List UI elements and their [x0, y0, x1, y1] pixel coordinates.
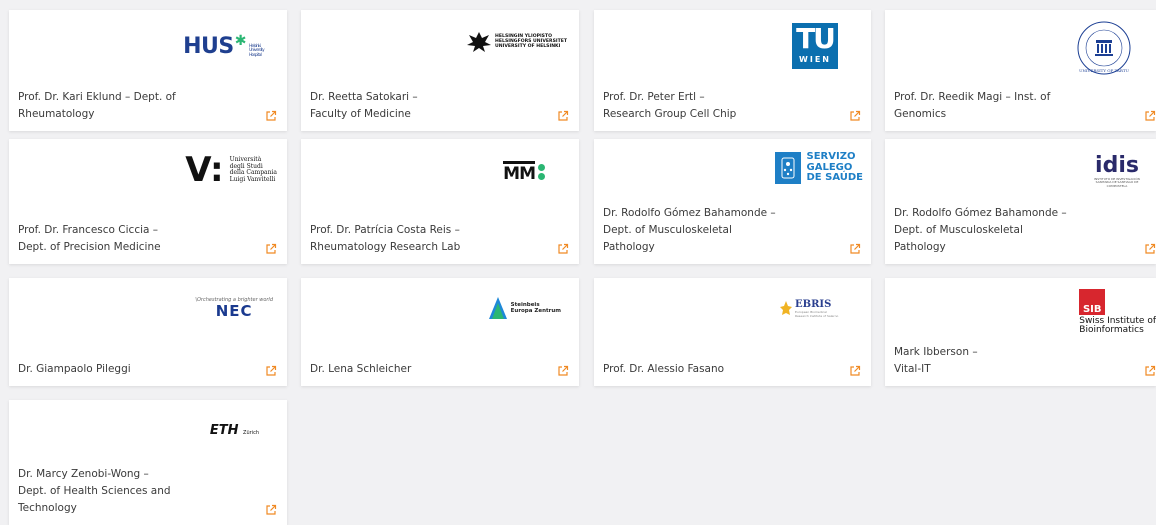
svg-text:UNIVERSITY OF TARTU: UNIVERSITY OF TARTU — [1079, 68, 1129, 73]
partner-card[interactable]: Steinbeis Europa Zentrum Dr. Lena Schlei… — [301, 278, 579, 386]
partner-name: Prof. Dr. Peter Ertl – Research Group Ce… — [603, 91, 737, 120]
partner-name: Dr. Giampaolo Pileggi — [18, 363, 131, 375]
partner-card[interactable]: idis INSTITUTO DE INVESTIGACIÓN SANITARIA… — [885, 139, 1156, 264]
hus-logo: HUS ✱ Helsinki University Hospital — [183, 33, 265, 59]
external-link-icon[interactable] — [849, 110, 861, 122]
external-link-icon[interactable] — [265, 365, 277, 377]
partner-card[interactable]: ETH Zürich Dr. Marcy Zenobi-Wong – Dept.… — [9, 400, 287, 525]
eth-zurich-logo: ETH Zürich — [209, 422, 259, 438]
partner-name: Prof. Dr. Reedik Magi – Inst. of Genomic… — [894, 91, 1051, 120]
imm-logo: MM — [503, 149, 545, 195]
external-link-icon[interactable] — [1144, 110, 1156, 122]
tu-wien-logo: TU WIEN — [792, 16, 838, 76]
galicia-emblem-icon — [774, 152, 801, 184]
steinbeis-logo: Steinbeis Europa Zentrum — [488, 292, 561, 324]
external-link-icon[interactable] — [557, 110, 569, 122]
partner-name: Dr. Lena Schleicher — [310, 363, 412, 375]
partner-card[interactable]: V: Università degli Studi della Campania … — [9, 139, 287, 264]
partner-name: Dr. Reetta Satokari – Faculty of Medicin… — [310, 91, 418, 120]
partner-card[interactable]: SERVIZO GALEGO DE SAÚDE Dr. Rodolfo Góme… — [594, 139, 871, 264]
university-of-helsinki-logo: HELSINGIN YLIOPISTO HELSINGFORS UNIVERSI… — [467, 16, 567, 66]
partner-name: Dr. Marcy Zenobi-Wong – Dept. of Health … — [18, 468, 171, 514]
external-link-icon[interactable] — [557, 243, 569, 255]
partner-name: Dr. Rodolfo Gómez Bahamonde – Dept. of M… — [603, 207, 776, 253]
sib-logo: SIB Swiss Institute of Bioinformatics — [1079, 284, 1156, 340]
partner-card[interactable]: \Orchestrating a brighter world NEC Dr. G… — [9, 278, 287, 386]
partner-name: Prof. Dr. Kari Eklund – Dept. of Rheumat… — [18, 91, 176, 120]
partner-card[interactable]: TU WIEN Prof. Dr. Peter Ertl – Research G… — [594, 10, 871, 131]
external-link-icon[interactable] — [849, 243, 861, 255]
external-link-icon[interactable] — [265, 504, 277, 516]
servizo-galego-de-saude-logo: SERVIZO GALEGO DE SAÚDE — [774, 145, 863, 191]
partner-card[interactable]: SIB Swiss Institute of Bioinformatics Mar… — [885, 278, 1156, 386]
external-link-icon[interactable] — [265, 110, 277, 122]
external-link-icon[interactable] — [557, 365, 569, 377]
external-link-icon[interactable] — [849, 365, 861, 377]
external-link-icon[interactable] — [1144, 243, 1156, 255]
partner-name: Dr. Rodolfo Gómez Bahamonde – Dept. of M… — [894, 207, 1067, 253]
partner-card[interactable]: HELSINGIN YLIOPISTO HELSINGFORS UNIVERSI… — [301, 10, 579, 131]
ebris-logo: EBRIS European Biomedical Research Instit… — [780, 292, 841, 324]
partner-card[interactable]: HUS ✱ Helsinki University Hospital Prof. D… — [9, 10, 287, 131]
external-link-icon[interactable] — [265, 243, 277, 255]
partner-card[interactable]: EBRIS European Biomedical Research Instit… — [594, 278, 871, 386]
external-link-icon[interactable] — [1144, 365, 1156, 377]
partner-name: Mark Ibberson – Vital-IT — [894, 346, 978, 375]
partner-name: Prof. Dr. Patrícia Costa Reis – Rheumato… — [310, 224, 461, 253]
idis-logo: idis INSTITUTO DE INVESTIGACIÓN SANITARIA… — [1094, 152, 1140, 188]
partner-name: Prof. Dr. Francesco Ciccia – Dept. of Pr… — [18, 224, 161, 253]
partner-card[interactable]: UNIVERSITY OF TARTU Prof. Dr. Reedik Mag… — [885, 10, 1156, 131]
partner-name: Prof. Dr. Alessio Fasano — [603, 363, 725, 375]
vanvitelli-logo: V: Università degli Studi della Campania … — [185, 150, 277, 190]
university-of-tartu-seal: UNIVERSITY OF TARTU — [1076, 18, 1132, 78]
partner-card[interactable]: MM Prof. Dr. Patrícia Costa Reis – Rheum… — [301, 139, 579, 264]
nec-logo: \Orchestrating a brighter world NEC — [195, 297, 273, 320]
